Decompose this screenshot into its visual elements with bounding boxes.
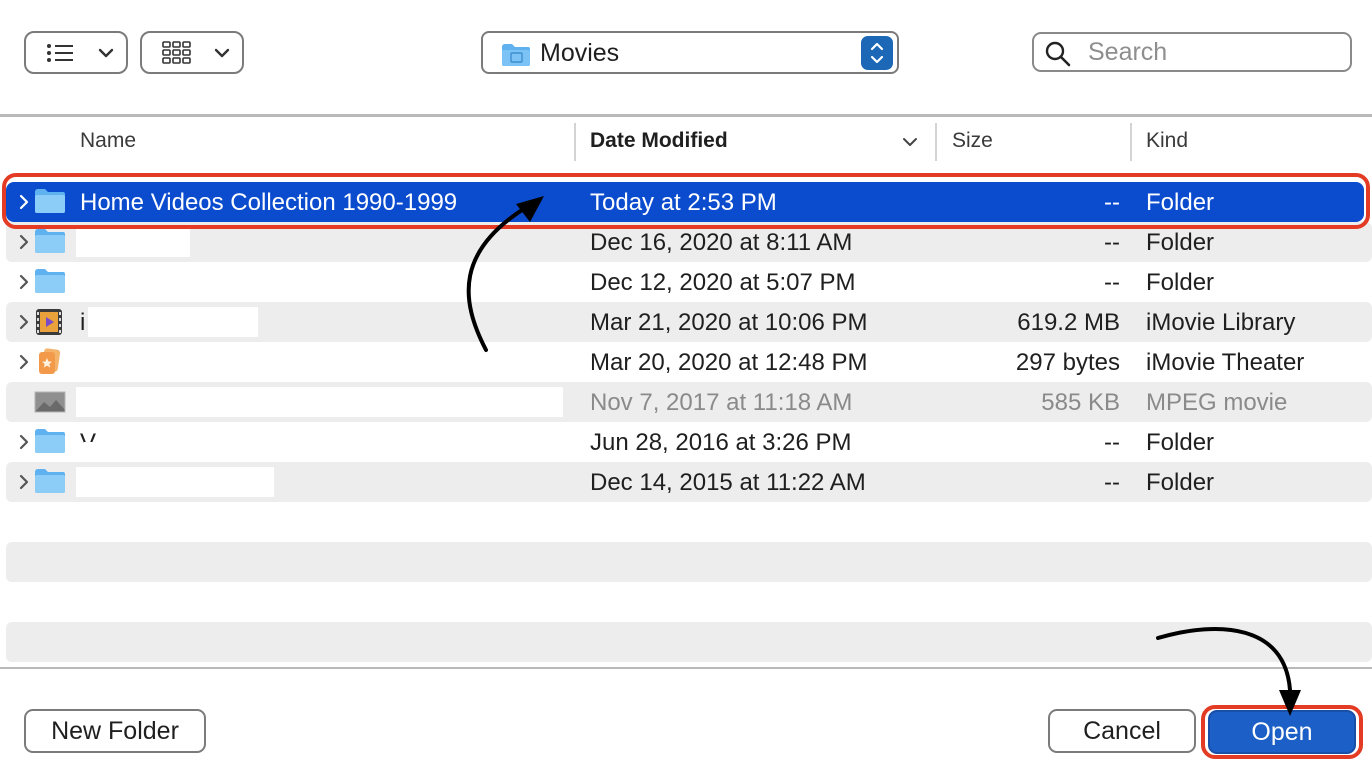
file-date: Dec 14, 2015 at 11:22 AM	[590, 469, 866, 496]
open-button[interactable]: Open	[1208, 710, 1356, 754]
imovie-library-icon	[36, 309, 62, 335]
file-row[interactable]: Nov 7, 2017 at 11:18 AM 585 KB MPEG movi…	[6, 382, 1372, 422]
disclosure-triangle-icon[interactable]	[18, 474, 30, 490]
redacted-name	[76, 387, 563, 417]
location-stepper[interactable]	[861, 36, 893, 70]
chevron-down-icon	[214, 48, 230, 57]
empty-row	[6, 542, 1372, 582]
file-row[interactable]: Mar 20, 2020 at 12:48 PM 297 bytes iMovi…	[0, 342, 1372, 382]
disclosure-triangle-icon[interactable]	[18, 354, 30, 370]
disclosure-triangle-icon[interactable]	[18, 314, 30, 330]
redacted-name	[84, 442, 104, 458]
file-kind: iMovie Library	[1146, 309, 1296, 336]
grid-icon	[162, 40, 191, 64]
disclosure-triangle-icon[interactable]	[18, 194, 30, 210]
column-separator[interactable]	[935, 123, 937, 161]
file-date: Dec 16, 2020 at 8:11 AM	[590, 229, 853, 256]
column-size[interactable]: Size	[952, 129, 993, 153]
file-date: Nov 7, 2017 at 11:18 AM	[590, 389, 853, 416]
column-name[interactable]: Name	[80, 129, 136, 153]
cancel-button[interactable]: Cancel	[1048, 709, 1196, 753]
file-kind: Folder	[1146, 429, 1215, 456]
file-size: 585 KB	[1041, 389, 1120, 416]
file-date: Mar 20, 2020 at 12:48 PM	[590, 349, 868, 376]
folder-icon	[35, 229, 65, 253]
footer-divider	[0, 667, 1372, 669]
file-kind: Folder	[1146, 189, 1215, 216]
disclosure-triangle-icon[interactable]	[18, 434, 30, 450]
up-down-chevron-icon	[870, 42, 884, 64]
toolbar: Movies	[0, 0, 1372, 117]
new-folder-button[interactable]: New Folder	[24, 709, 206, 753]
movies-folder-icon	[502, 44, 530, 66]
file-kind: MPEG movie	[1146, 389, 1288, 416]
file-date: Today at 2:53 PM	[590, 189, 777, 216]
file-name: Home Videos Collection 1990-1999	[80, 189, 458, 216]
column-separator[interactable]	[574, 123, 576, 161]
file-date: Dec 12, 2020 at 5:07 PM	[590, 269, 856, 296]
redacted-name	[76, 467, 274, 497]
disclosure-triangle-icon[interactable]	[18, 274, 30, 290]
grid-view-button[interactable]	[140, 31, 244, 74]
list-icon	[47, 43, 73, 62]
file-size: --	[1104, 189, 1120, 216]
file-row[interactable]: Dec 14, 2015 at 11:22 AM -- Folder	[6, 462, 1372, 502]
movie-thumbnail-icon	[34, 391, 66, 413]
file-kind: iMovie Theater	[1146, 349, 1305, 376]
empty-row	[6, 622, 1372, 662]
file-size: --	[1104, 229, 1120, 256]
location-label: Movies	[540, 39, 620, 67]
file-size: 619.2 MB	[1017, 309, 1120, 336]
redacted-name	[88, 307, 258, 337]
file-kind: Folder	[1146, 269, 1215, 296]
imovie-theater-icon	[39, 348, 61, 374]
column-kind[interactable]: Kind	[1146, 129, 1188, 153]
chevron-down-icon	[98, 48, 114, 57]
sort-chevron-icon[interactable]	[902, 137, 918, 147]
file-row-selected[interactable]: Home Videos Collection 1990-1999 Today a…	[6, 182, 1364, 222]
redacted-name	[76, 227, 190, 257]
file-size: --	[1104, 269, 1120, 296]
file-row[interactable]: i Mar 21, 2020 at 10:06 PM 619.2 MB iMov…	[6, 302, 1372, 342]
file-size: 297 bytes	[1015, 349, 1120, 376]
folder-icon	[35, 429, 65, 453]
list-view-button[interactable]	[24, 31, 128, 74]
file-size: --	[1104, 429, 1120, 456]
file-row[interactable]: Dec 12, 2020 at 5:07 PM -- Folder	[0, 262, 1372, 302]
file-kind: Folder	[1146, 469, 1215, 496]
column-header: Name Date Modified Size Kind	[0, 117, 1372, 167]
column-date-modified[interactable]: Date Modified	[590, 129, 728, 153]
column-separator[interactable]	[1130, 123, 1132, 161]
disclosure-triangle-icon[interactable]	[18, 234, 30, 250]
file-size: --	[1104, 469, 1120, 496]
search-icon	[1045, 41, 1071, 67]
file-row[interactable]: V Jun 28, 2016 at 3:26 PM -- Folder	[0, 422, 1372, 462]
file-date: Jun 28, 2016 at 3:26 PM	[590, 429, 852, 456]
folder-icon	[35, 189, 65, 213]
location-popup[interactable]: Movies	[481, 31, 899, 74]
file-row[interactable]: Dec 16, 2020 at 8:11 AM -- Folder	[6, 222, 1372, 262]
search-field[interactable]	[1032, 32, 1352, 72]
file-date: Mar 21, 2020 at 10:06 PM	[590, 309, 868, 336]
folder-icon	[35, 469, 65, 493]
folder-icon	[35, 269, 65, 293]
search-input[interactable]	[1086, 36, 1336, 68]
file-name: i	[80, 309, 86, 336]
file-kind: Folder	[1146, 229, 1215, 256]
